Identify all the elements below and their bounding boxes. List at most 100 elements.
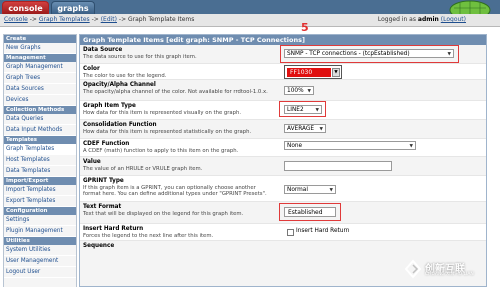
field-label: Consolidation Function How data for this…: [83, 122, 273, 135]
breadcrumb-console-link[interactable]: Console: [4, 16, 28, 23]
sidebar-item-import-templates[interactable]: Import Templates: [4, 185, 76, 196]
field-description: How data for this item is represented st…: [83, 129, 252, 135]
data-source-select[interactable]: SNMP - TCP connections - (tcpEstablished…: [284, 49, 454, 58]
opacity-select[interactable]: 100% ▼: [284, 86, 314, 95]
tab-graphs[interactable]: graphs: [51, 1, 95, 14]
field-label: Opacity/Alpha Channel The opacity/alpha …: [83, 82, 273, 95]
field-label: GPRINT Type If this graph item is a GPRI…: [83, 178, 273, 198]
row-color: Color The color to use for the legend. F…: [80, 64, 486, 80]
row-graph-item-type: Graph Item Type How data for this item i…: [80, 101, 486, 120]
row-value: Value The value of an HRULE or VRULE gra…: [80, 157, 486, 176]
sidebar-section-header: Management: [4, 54, 76, 62]
sidebar-section-header: Configuration: [4, 207, 76, 215]
field-title: Consolidation Function: [83, 122, 157, 128]
breadcrumb-separator: ->: [27, 16, 39, 23]
value-input[interactable]: [284, 161, 392, 171]
data-source-value: SNMP - TCP connections - (tcpEstablished…: [287, 51, 410, 57]
top-bar: console graphs: [0, 0, 500, 14]
sidebar-item-logout-user[interactable]: Logout User: [4, 267, 76, 278]
field-label: Data Source The data source to use for t…: [83, 47, 273, 60]
watermark-icon: [404, 259, 422, 279]
main-panel: Graph Template Items [edit graph: SNMP -…: [79, 34, 487, 287]
field-description: Text that will be displayed on the legen…: [83, 211, 244, 217]
field-description: The data source to use for this graph it…: [83, 54, 197, 60]
field-label: Value The value of an HRULE or VRULE gra…: [83, 159, 273, 172]
cdef-value: None: [287, 143, 303, 149]
row-gprint: GPRINT Type If this graph item is a GPRI…: [80, 176, 486, 202]
chevron-down-icon: ▼: [447, 52, 451, 57]
watermark-logo: 创新互联 CHUANG XIN HU LIAN: [403, 257, 500, 282]
hard-return-checkbox[interactable]: [287, 229, 294, 236]
row-cdef: CDEF Function A CDEF (math) function to …: [80, 139, 486, 157]
hard-return-checkbox-label[interactable]: Insert Hard Return: [296, 228, 349, 234]
field-title: Data Source: [83, 47, 123, 53]
field-description: The opacity/alpha channel of the color. …: [83, 89, 268, 95]
field-description: The value of an HRULE or VRULE graph ite…: [83, 166, 203, 172]
breadcrumb-edit-link[interactable]: (Edit): [101, 16, 117, 23]
chevron-down-icon: ▼: [329, 188, 333, 193]
field-title: Text Format: [83, 204, 122, 210]
chevron-down-icon: ▼: [319, 127, 323, 132]
sidebar-item-settings[interactable]: Settings: [4, 215, 76, 226]
tab-console[interactable]: console: [2, 1, 49, 14]
gprint-select[interactable]: Normal ▼: [284, 185, 336, 194]
text-format-value[interactable]: Established: [284, 207, 336, 217]
sidebar-item-user-management[interactable]: User Management: [4, 256, 76, 267]
sidebar-section-header: Import/Export: [4, 177, 76, 185]
sidebar-item-data-sources[interactable]: Data Sources: [4, 84, 76, 95]
graph-item-type-select[interactable]: LINE2 ▼: [284, 105, 322, 114]
field-label: Insert Hard Return Forces the legend to …: [83, 226, 273, 239]
field-description: If this graph item is a GPRINT, you can …: [83, 185, 267, 198]
field-title: Opacity/Alpha Channel: [83, 82, 156, 88]
sidebar-section-header: Collection Methods: [4, 106, 76, 114]
sidebar-item-host-templates[interactable]: Host Templates: [4, 155, 76, 166]
breadcrumb-graph-templates-link[interactable]: Graph Templates: [39, 16, 90, 23]
sidebar-item-devices[interactable]: Devices: [4, 95, 76, 106]
cdef-select[interactable]: None ▼: [284, 141, 416, 150]
color-picker[interactable]: FF1030 ▼: [284, 65, 342, 79]
logout-link[interactable]: (Logout): [441, 16, 466, 23]
opacity-value: 100%: [287, 88, 304, 94]
login-prefix: Logged in as: [377, 16, 418, 23]
chevron-down-icon[interactable]: ▼: [332, 68, 340, 77]
sidebar: Create New Graphs Management Graph Manageme…: [3, 34, 77, 287]
field-title: Sequence: [83, 243, 115, 249]
row-opacity: Opacity/Alpha Channel The opacity/alpha …: [80, 80, 486, 101]
sidebar-item-data-input-methods[interactable]: Data Input Methods: [4, 125, 76, 136]
field-label: Graph Item Type How data for this item i…: [83, 103, 273, 116]
sidebar-item-graph-templates[interactable]: Graph Templates: [4, 144, 76, 155]
field-description: Forces the legend to the next line after…: [83, 233, 214, 239]
cacti-logo-icon: [430, 0, 500, 14]
row-hard-return: Insert Hard Return Forces the legend to …: [80, 224, 486, 241]
consolidation-value: AVERAGE: [287, 126, 315, 132]
consolidation-select[interactable]: AVERAGE ▼: [284, 124, 326, 133]
sidebar-item-data-templates[interactable]: Data Templates: [4, 166, 76, 177]
sidebar-item-export-templates[interactable]: Export Templates: [4, 196, 76, 207]
sidebar-item-graph-management[interactable]: Graph Management: [4, 62, 76, 73]
chevron-down-icon: ▼: [315, 108, 319, 113]
color-swatch: FF1030: [287, 68, 331, 77]
sidebar-item-new-graphs[interactable]: New Graphs: [4, 43, 76, 54]
annotation-step-number: 5: [301, 21, 309, 34]
sidebar-item-data-queries[interactable]: Data Queries: [4, 114, 76, 125]
sidebar-item-graph-trees[interactable]: Graph Trees: [4, 73, 76, 84]
text-format-input[interactable]: Established: [284, 207, 336, 217]
field-label: Sequence: [83, 243, 273, 250]
field-title: CDEF Function: [83, 141, 130, 147]
breadcrumb: Console -> Graph Templates -> (Edit) -> …: [4, 14, 194, 26]
sidebar-item-plugin-management[interactable]: Plugin Management: [4, 226, 76, 237]
breadcrumb-bar: Console -> Graph Templates -> (Edit) -> …: [0, 14, 500, 27]
field-title: Value: [83, 159, 101, 165]
chevron-down-icon: ▼: [307, 89, 311, 94]
field-label: Text Format Text that will be displayed …: [83, 204, 273, 217]
row-text-format: Text Format Text that will be displayed …: [80, 202, 486, 224]
sidebar-section-header: Utilities: [4, 237, 76, 245]
breadcrumb-current: Graph Template Items: [128, 16, 195, 23]
field-title: GPRINT Type: [83, 178, 124, 184]
login-status: Logged in as admin (Logout): [378, 14, 466, 26]
field-label: Color The color to use for the legend.: [83, 66, 273, 79]
row-consolidation: Consolidation Function How data for this…: [80, 120, 486, 139]
field-label: CDEF Function A CDEF (math) function to …: [83, 141, 273, 154]
field-title: Color: [83, 66, 100, 72]
sidebar-item-system-utilities[interactable]: System Utilities: [4, 245, 76, 256]
